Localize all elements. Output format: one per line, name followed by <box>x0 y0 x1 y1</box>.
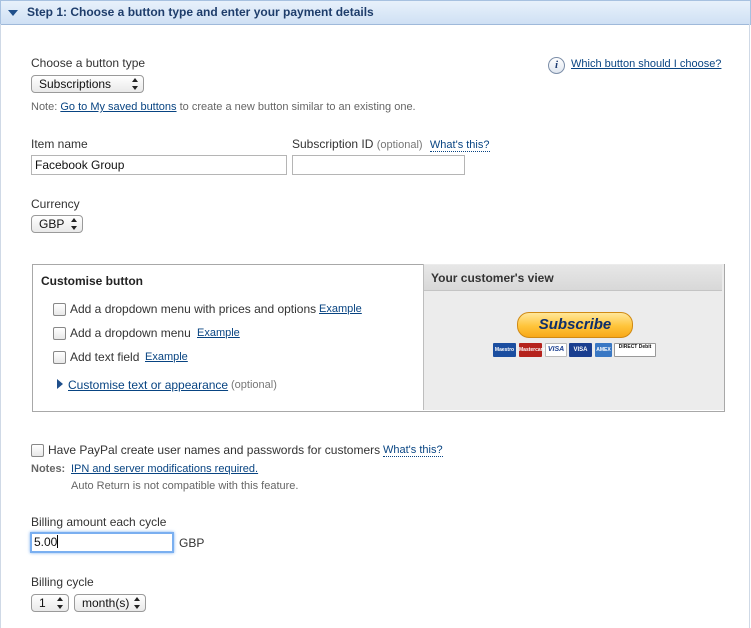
dropdown-menu-checkbox[interactable] <box>53 327 66 340</box>
billing-cycle-count-select[interactable]: 1 <box>31 594 69 612</box>
subscribe-button-preview: Subscribe <box>517 312 633 338</box>
auto-return-note: Auto Return is not compatible with this … <box>71 480 299 492</box>
select-arrows-icon <box>57 597 64 609</box>
collapse-triangle-icon[interactable] <box>8 10 18 16</box>
customise-appearance-link[interactable]: Customise text or appearance <box>68 378 228 392</box>
customer-view-header: Your customer's view <box>424 265 722 291</box>
currency-label: Currency <box>31 197 80 211</box>
billing-cycle-unit: month(s) <box>82 596 130 610</box>
subscription-id-label-row: Subscription ID (optional) What's this? <box>292 137 490 152</box>
paypal-accounts-whats-this[interactable]: What's this? <box>383 444 443 457</box>
select-arrows-icon <box>134 597 141 609</box>
paypal-accounts-checkbox[interactable] <box>31 444 44 457</box>
maestro-card-icon: Maestro <box>493 343 516 357</box>
billing-amount-input[interactable]: 5.00 <box>30 532 174 553</box>
visa-electron-card-icon: VISA <box>569 343 592 357</box>
select-arrows-icon <box>71 218 78 230</box>
billing-amount-value: 5.00 <box>34 535 58 549</box>
currency-select[interactable]: GBP <box>31 215 83 233</box>
customer-view-title: Your customer's view <box>431 271 554 285</box>
item-name-label: Item name <box>31 137 88 151</box>
billing-cycle-label: Billing cycle <box>31 575 94 589</box>
billing-amount-label: Billing amount each cycle <box>31 515 167 529</box>
mastercard-card-icon: Mastercard <box>519 343 546 357</box>
subscription-id-optional: (optional) <box>376 139 423 151</box>
billing-cycle-count: 1 <box>39 596 46 610</box>
item-name-value: Facebook Group <box>35 158 125 172</box>
note-prefix: Note: <box>31 101 58 113</box>
subscription-id-input[interactable] <box>292 155 465 175</box>
ipn-link[interactable]: IPN and server modifications required. <box>71 463 258 475</box>
info-icon: i <box>548 57 565 74</box>
button-type-selected: Subscriptions <box>39 77 112 91</box>
subscription-id-whats-this[interactable]: What's this? <box>429 139 490 152</box>
button-type-label: Choose a button type <box>31 56 146 70</box>
paypal-accounts-label: Have PayPal create user names and passwo… <box>48 443 381 457</box>
step-title: Step 1: Choose a button type and enter y… <box>27 5 374 19</box>
amex-card-icon: AMEX <box>595 343 612 357</box>
notes-label: Notes: <box>31 463 66 475</box>
customise-appearance-optional: (optional) <box>231 379 277 391</box>
saved-buttons-note: Note: Go to My saved buttons to create a… <box>31 101 416 113</box>
select-arrows-icon <box>132 78 139 90</box>
button-type-select[interactable]: Subscriptions <box>31 75 144 93</box>
dropdown-menu-label: Add a dropdown menu <box>70 326 191 340</box>
note-suffix: to create a new button similar to an exi… <box>179 101 416 113</box>
item-name-input[interactable]: Facebook Group <box>31 155 287 175</box>
saved-buttons-link[interactable]: Go to My saved buttons <box>60 101 176 113</box>
dropdown-prices-checkbox[interactable] <box>53 303 66 316</box>
billing-cycle-unit-select[interactable]: month(s) <box>74 594 146 612</box>
disclosure-triangle-icon[interactable] <box>57 379 63 389</box>
dropdown-prices-example-link[interactable]: Example <box>319 303 362 315</box>
step-header[interactable]: Step 1: Choose a button type and enter y… <box>0 0 751 25</box>
dropdown-menu-example-link[interactable]: Example <box>197 327 240 339</box>
which-button-link[interactable]: Which button should I choose? <box>571 58 721 70</box>
right-border <box>749 24 750 628</box>
text-field-example-link[interactable]: Example <box>145 351 188 363</box>
billing-amount-currency: GBP <box>179 536 205 550</box>
text-field-label: Add text field <box>70 350 140 364</box>
visa-card-icon: VISA <box>545 343 567 357</box>
currency-selected: GBP <box>39 217 65 231</box>
text-cursor <box>57 535 59 548</box>
left-border <box>0 24 1 628</box>
text-field-checkbox[interactable] <box>53 351 66 364</box>
direct-debit-icon: DIRECT Debit <box>614 343 656 357</box>
subscription-id-label: Subscription ID <box>292 137 374 151</box>
dropdown-prices-label: Add a dropdown menu with prices and opti… <box>70 302 317 316</box>
customise-button-title: Customise button <box>41 274 143 288</box>
